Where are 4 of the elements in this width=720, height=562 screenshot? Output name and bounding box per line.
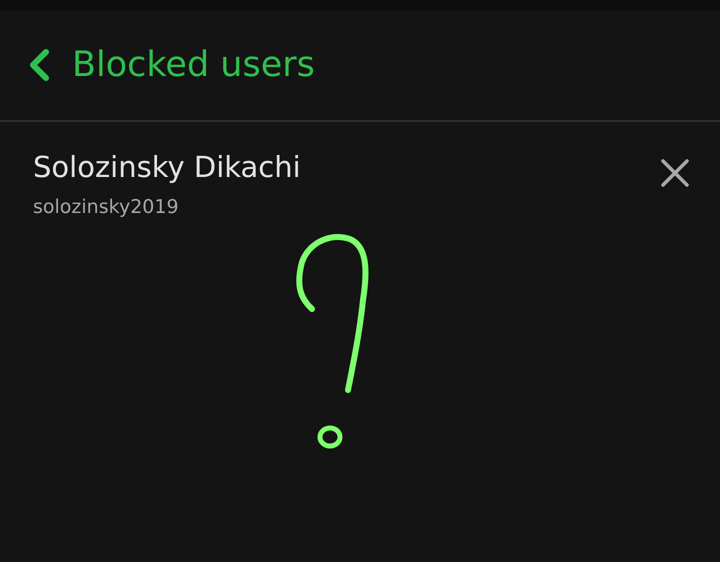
user-name: Solozinsky Dikachi bbox=[33, 150, 302, 184]
page-title: Blocked users bbox=[72, 45, 315, 85]
close-icon[interactable] bbox=[660, 158, 690, 188]
username: solozinsky2019 bbox=[33, 196, 180, 218]
